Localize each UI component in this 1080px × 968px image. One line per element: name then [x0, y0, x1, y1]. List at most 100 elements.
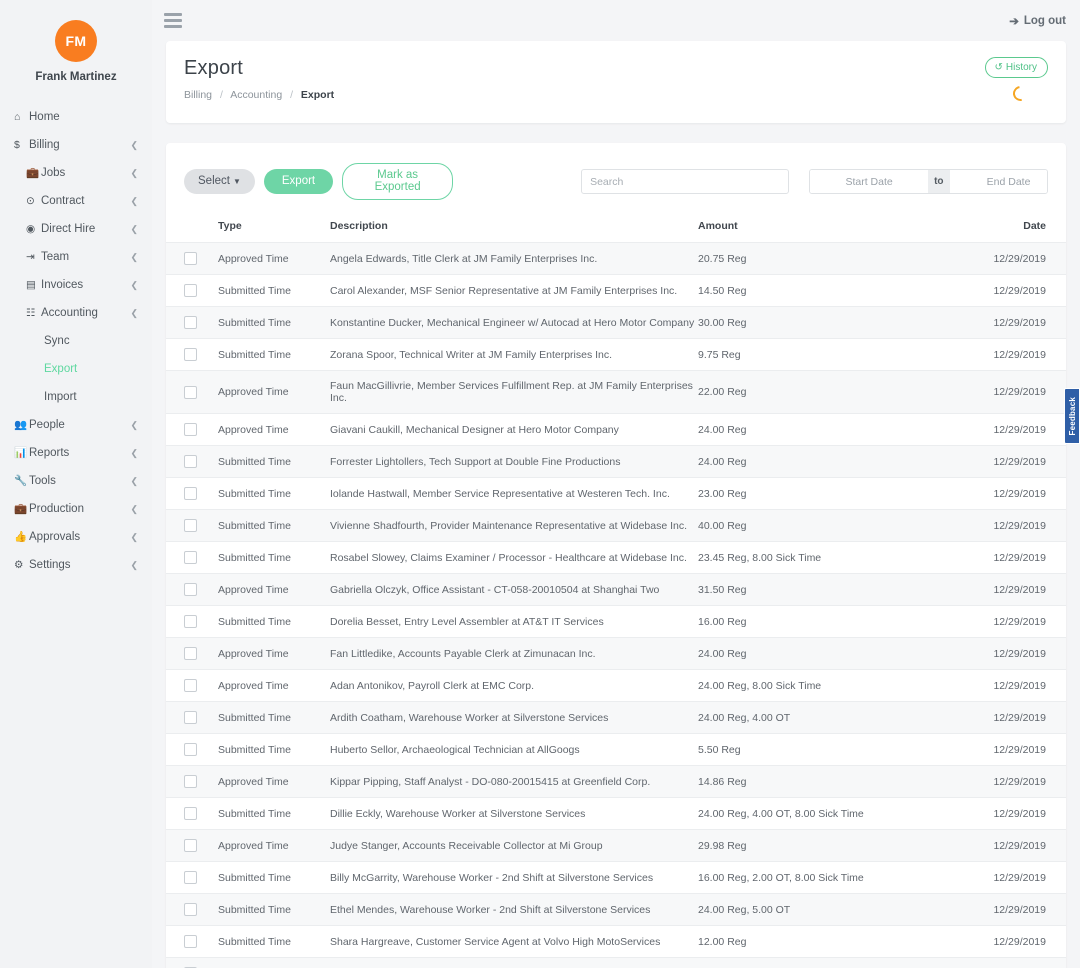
- main-content: ➔ Log out Export Billing / Accounting / …: [152, 0, 1080, 968]
- logout-button[interactable]: ➔ Log out: [1009, 14, 1066, 28]
- cell-amount: 24.00 Reg: [698, 445, 980, 478]
- table-row[interactable]: Approved Time Kippar Pipping, Staff Analy…: [166, 765, 1066, 798]
- table-row[interactable]: Submitted Time Forrester Lightollers, Tec…: [166, 445, 1066, 478]
- column-header-checkbox: [166, 214, 218, 243]
- row-checkbox-cell: [166, 445, 218, 478]
- row-checkbox[interactable]: [184, 348, 197, 361]
- sidebar-item-reports[interactable]: 📊 Reports ❮: [0, 439, 152, 467]
- cell-date: 12/29/2019: [980, 541, 1066, 574]
- table-row[interactable]: Submitted Time Iolande Hastwall, Member S…: [166, 477, 1066, 510]
- column-header-date[interactable]: Date: [980, 214, 1066, 243]
- sidebar-item-invoices[interactable]: ▤ Invoices ❮: [0, 271, 152, 299]
- row-checkbox[interactable]: [184, 743, 197, 756]
- table-row[interactable]: Submitted Time Dillie Eckly, Warehouse Wo…: [166, 797, 1066, 830]
- sidebar-item-direct-hire[interactable]: ◉ Direct Hire ❮: [0, 215, 152, 243]
- table-row[interactable]: Submitted Time Dorelia Besset, Entry Leve…: [166, 605, 1066, 638]
- row-checkbox[interactable]: [184, 679, 197, 692]
- table-row[interactable]: Approved Time Giavani Caukill, Mechanical…: [166, 413, 1066, 446]
- sidebar-item-export[interactable]: Export: [0, 355, 152, 383]
- table-row[interactable]: Submitted Time Billy McGarrity, Warehouse…: [166, 861, 1066, 894]
- table-row[interactable]: Submitted Time Zorana Spoor, Technical Wr…: [166, 338, 1066, 371]
- row-checkbox[interactable]: [184, 935, 197, 948]
- table-row[interactable]: Approved Time Fan Littledike, Accounts Pa…: [166, 637, 1066, 670]
- row-checkbox[interactable]: [184, 519, 197, 532]
- cell-date: 12/29/2019: [980, 242, 1066, 275]
- sidebar-item-tools[interactable]: 🔧 Tools ❮: [0, 467, 152, 495]
- row-checkbox[interactable]: [184, 839, 197, 852]
- column-header-description[interactable]: Description: [330, 214, 698, 243]
- breadcrumb-item-accounting[interactable]: Accounting: [230, 89, 282, 101]
- row-checkbox[interactable]: [184, 252, 197, 265]
- table-row[interactable]: Submitted Time Rosabel Slowey, Claims Exa…: [166, 541, 1066, 574]
- row-checkbox-cell: [166, 925, 218, 958]
- sidebar-item-team[interactable]: ⇥ Team ❮: [0, 243, 152, 271]
- table-row[interactable]: Submitted Time Carol Alexander, MSF Senio…: [166, 274, 1066, 307]
- mark-as-exported-button[interactable]: Mark as Exported: [342, 163, 454, 200]
- row-checkbox[interactable]: [184, 807, 197, 820]
- row-checkbox-cell: [166, 477, 218, 510]
- sidebar-item-settings[interactable]: ⚙ Settings ❮: [0, 551, 152, 579]
- end-date-input[interactable]: [949, 170, 1048, 193]
- table-row[interactable]: Approved Time Angela Edwards, Title Clerk…: [166, 242, 1066, 275]
- sidebar-item-accounting[interactable]: ☷ Accounting ❮: [0, 299, 152, 327]
- row-checkbox[interactable]: [184, 775, 197, 788]
- row-checkbox[interactable]: [184, 871, 197, 884]
- column-header-amount[interactable]: Amount: [698, 214, 980, 243]
- cell-amount: 40.00 Reg: [698, 509, 980, 542]
- row-checkbox[interactable]: [184, 316, 197, 329]
- table-row[interactable]: Submitted Time Huberto Sellor, Archaeolog…: [166, 733, 1066, 766]
- export-table: Type Description Amount Date Approved Ti…: [166, 214, 1066, 968]
- feedback-tab[interactable]: Feedback: [1064, 388, 1080, 444]
- cell-type: Submitted Time: [218, 605, 330, 638]
- row-checkbox[interactable]: [184, 711, 197, 724]
- table-row[interactable]: Submitted Time Ethel Mendes, Warehouse Wo…: [166, 893, 1066, 926]
- row-checkbox-cell: [166, 669, 218, 702]
- table-row[interactable]: Submitted TimeHuntlee Hullins, Laser Mac…: [166, 957, 1066, 968]
- history-button[interactable]: ↺ History: [985, 57, 1048, 78]
- column-header-type[interactable]: Type: [218, 214, 330, 243]
- table-row[interactable]: Approved Time Judye Stanger, Accounts Rec…: [166, 829, 1066, 862]
- sidebar-item-approvals[interactable]: 👍 Approvals ❮: [0, 523, 152, 551]
- table-row[interactable]: Approved Time Gabriella Olczyk, Office As…: [166, 573, 1066, 606]
- sidebar-item-home[interactable]: ⌂ Home: [0, 103, 152, 131]
- select-dropdown-button[interactable]: Select ▼: [184, 168, 255, 195]
- cell-type: Approved Time: [218, 242, 330, 275]
- table-row[interactable]: Submitted Time Vivienne Shadfourth, Provi…: [166, 509, 1066, 542]
- breadcrumb-item-billing[interactable]: Billing: [184, 89, 212, 101]
- table-row[interactable]: Approved Time Adan Antonikov, Payroll Cle…: [166, 669, 1066, 702]
- table-row[interactable]: Submitted Time Shara Hargreave, Customer …: [166, 925, 1066, 958]
- row-checkbox-cell: [166, 370, 218, 414]
- row-checkbox[interactable]: [184, 647, 197, 660]
- sidebar-item-people[interactable]: 👥 People ❮: [0, 411, 152, 439]
- start-date-input[interactable]: [810, 170, 929, 193]
- sidebar-item-import[interactable]: Import: [0, 383, 152, 411]
- sidebar-item-label: Production: [29, 503, 84, 515]
- row-checkbox[interactable]: [184, 551, 197, 564]
- table-row[interactable]: Submitted Time Ardith Coatham, Warehouse …: [166, 701, 1066, 734]
- sidebar-item-contract[interactable]: ⊙ Contract ❮: [0, 187, 152, 215]
- row-checkbox[interactable]: [184, 455, 197, 468]
- row-checkbox[interactable]: [184, 615, 197, 628]
- sidebar-item-sync[interactable]: Sync: [0, 327, 152, 355]
- cell-amount: 16.00 Reg, 2.00 OT, 8.00 Sick Time: [698, 861, 980, 894]
- row-checkbox[interactable]: [184, 385, 197, 399]
- hamburger-icon[interactable]: [164, 13, 182, 28]
- table-row[interactable]: Submitted Time Konstantine Ducker, Mechan…: [166, 306, 1066, 339]
- export-button[interactable]: Export: [263, 168, 334, 195]
- row-checkbox[interactable]: [184, 583, 197, 596]
- row-checkbox[interactable]: [184, 487, 197, 500]
- breadcrumb-item-export: Export: [300, 89, 335, 101]
- search-input[interactable]: [581, 169, 790, 194]
- row-checkbox[interactable]: [184, 284, 197, 297]
- table-row[interactable]: Approved Time Faun MacGillivrie, Member S…: [166, 370, 1066, 414]
- row-checkbox[interactable]: [184, 423, 197, 436]
- cell-amount: 12.00 Reg: [698, 925, 980, 958]
- sidebar-item-billing[interactable]: $ Billing ❮: [0, 131, 152, 159]
- cell-type: Approved Time: [218, 669, 330, 702]
- row-checkbox[interactable]: [184, 903, 197, 916]
- calculator-icon: ☷: [26, 307, 36, 319]
- sidebar-item-production[interactable]: 💼 Production ❮: [0, 495, 152, 523]
- cell-date: 12/29/2019: [980, 637, 1066, 670]
- logout-label: Log out: [1023, 14, 1066, 27]
- sidebar-item-jobs[interactable]: 💼 Jobs ❮: [0, 159, 152, 187]
